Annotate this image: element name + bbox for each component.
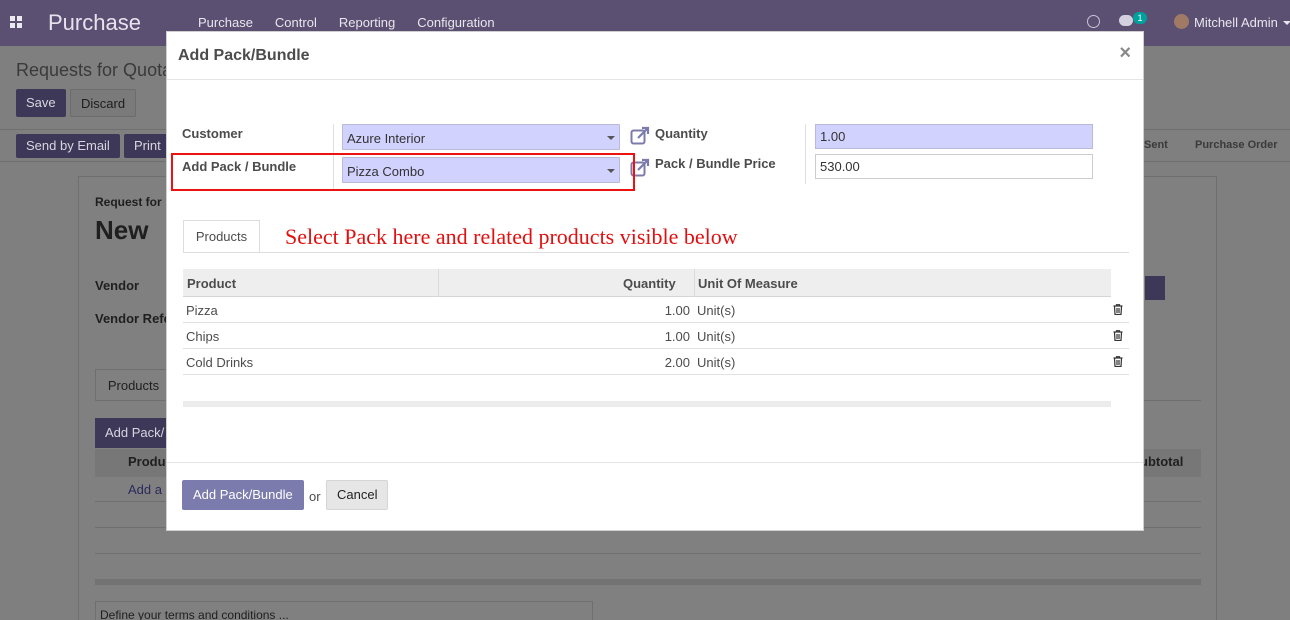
user-name[interactable]: Mitchell Admin xyxy=(1194,15,1278,30)
add-pack-bundle-button[interactable]: Add Pack/Bundle xyxy=(182,480,304,510)
or-text: or xyxy=(309,489,321,504)
chevron-down-icon[interactable] xyxy=(607,136,615,140)
trash-icon[interactable] xyxy=(1113,304,1123,315)
app-name: Purchase xyxy=(48,10,141,35)
table-horizontal-scrollbar[interactable] xyxy=(183,401,1111,407)
dialog-header: Add Pack/Bundle × xyxy=(167,32,1143,80)
request-for-label: Request for xyxy=(95,195,162,209)
vendor-label: Vendor xyxy=(95,278,140,293)
pack-bundle-price-label: Pack / Bundle Price xyxy=(655,156,776,171)
trash-icon[interactable] xyxy=(1113,356,1123,367)
product-cell: Cold Drinks xyxy=(186,355,254,370)
uom-column-header[interactable]: Unit Of Measure xyxy=(698,276,798,291)
customer-value: Azure Interior xyxy=(347,131,426,146)
save-button[interactable]: Save xyxy=(16,89,66,117)
customer-label: Customer xyxy=(182,126,243,141)
cancel-button[interactable]: Cancel xyxy=(326,480,389,510)
user-menu-caret-icon[interactable] xyxy=(1283,21,1290,25)
uom-cell: Unit(s) xyxy=(697,329,736,344)
subtotal-column-header: ubtotal xyxy=(1140,454,1184,469)
tab-products[interactable]: Products xyxy=(183,220,260,253)
vendor-dropdown-toggle[interactable] xyxy=(1145,276,1165,300)
product-column-header: Produ xyxy=(128,454,166,469)
instruction-annotation: Select Pack here and related products vi… xyxy=(285,224,738,249)
product-cell: Chips xyxy=(186,329,220,344)
add-pack-bundle-dialog: Add Pack/Bundle × Customer Azure Interio… xyxy=(166,31,1144,531)
quantity-cell: 1.00 xyxy=(664,303,690,318)
column-separator xyxy=(438,269,439,297)
stage-sent[interactable]: Sent xyxy=(1144,139,1168,151)
lines-scrollbar[interactable] xyxy=(95,579,1201,585)
external-link-icon[interactable] xyxy=(630,126,650,146)
menu-item-purchase[interactable]: Purchase xyxy=(198,15,253,30)
activity-clock-icon[interactable] xyxy=(1087,15,1100,28)
close-icon[interactable]: × xyxy=(1119,43,1131,63)
print-button[interactable]: Print xyxy=(124,134,171,158)
user-avatar[interactable] xyxy=(1174,14,1189,29)
stage-purchase-order[interactable]: Purchase Order xyxy=(1195,139,1278,151)
table-row[interactable]: Pizza 1.00 Unit(s) xyxy=(183,297,1129,323)
products-table-header: Product Quantity Unit Of Measure xyxy=(183,269,1111,297)
tab-divider xyxy=(183,252,1129,253)
quantity-column-header[interactable]: Quantity xyxy=(623,276,676,291)
product-cell: Pizza xyxy=(186,303,218,318)
apps-menu-icon[interactable] xyxy=(10,16,22,28)
quantity-label: Quantity xyxy=(655,126,708,141)
record-name: New xyxy=(95,215,149,245)
quantity-cell: 2.00 xyxy=(664,355,690,370)
product-column-header[interactable]: Product xyxy=(187,276,236,291)
column-separator xyxy=(694,269,695,297)
menu-item-reporting[interactable]: Reporting xyxy=(339,15,395,30)
discard-button[interactable]: Discard xyxy=(70,89,137,117)
table-row[interactable]: Chips 1.00 Unit(s) xyxy=(183,323,1129,349)
quantity-cell: 1.00 xyxy=(664,329,690,344)
menu-item-configuration[interactable]: Configuration xyxy=(417,15,494,30)
uom-cell: Unit(s) xyxy=(697,355,736,370)
main-menu: Purchase Control Reporting Configuration xyxy=(198,15,517,30)
breadcrumb[interactable]: Requests for Quota xyxy=(16,60,172,81)
table-row[interactable]: Cold Drinks 2.00 Unit(s) xyxy=(183,349,1129,375)
tab-products-bg[interactable]: Products xyxy=(95,369,172,401)
pack-bundle-price-input[interactable]: 530.00 xyxy=(815,154,1093,179)
field-divider xyxy=(805,124,806,184)
customer-select[interactable]: Azure Interior xyxy=(342,124,620,150)
add-line-link[interactable]: Add a xyxy=(128,482,162,497)
terms-conditions-field[interactable]: Define your terms and conditions ... xyxy=(95,601,593,620)
vendor-reference-label: Vendor Refe xyxy=(95,311,171,326)
dialog-title: Add Pack/Bundle xyxy=(178,47,310,64)
chat-count-badge: 1 xyxy=(1133,12,1147,24)
quantity-input[interactable]: 1.00 xyxy=(815,124,1093,149)
menu-item-control[interactable]: Control xyxy=(275,15,317,30)
chat-bubble-icon[interactable] xyxy=(1119,15,1133,26)
line-row-divider xyxy=(95,553,1201,554)
pack-highlight-box xyxy=(171,153,635,191)
uom-cell: Unit(s) xyxy=(697,303,736,318)
dialog-footer: Add Pack/Bundle or Cancel xyxy=(167,462,1143,530)
send-by-email-button[interactable]: Send by Email xyxy=(16,134,120,158)
trash-icon[interactable] xyxy=(1113,330,1123,341)
add-pack-button-bg[interactable]: Add Pack/ xyxy=(95,418,175,448)
